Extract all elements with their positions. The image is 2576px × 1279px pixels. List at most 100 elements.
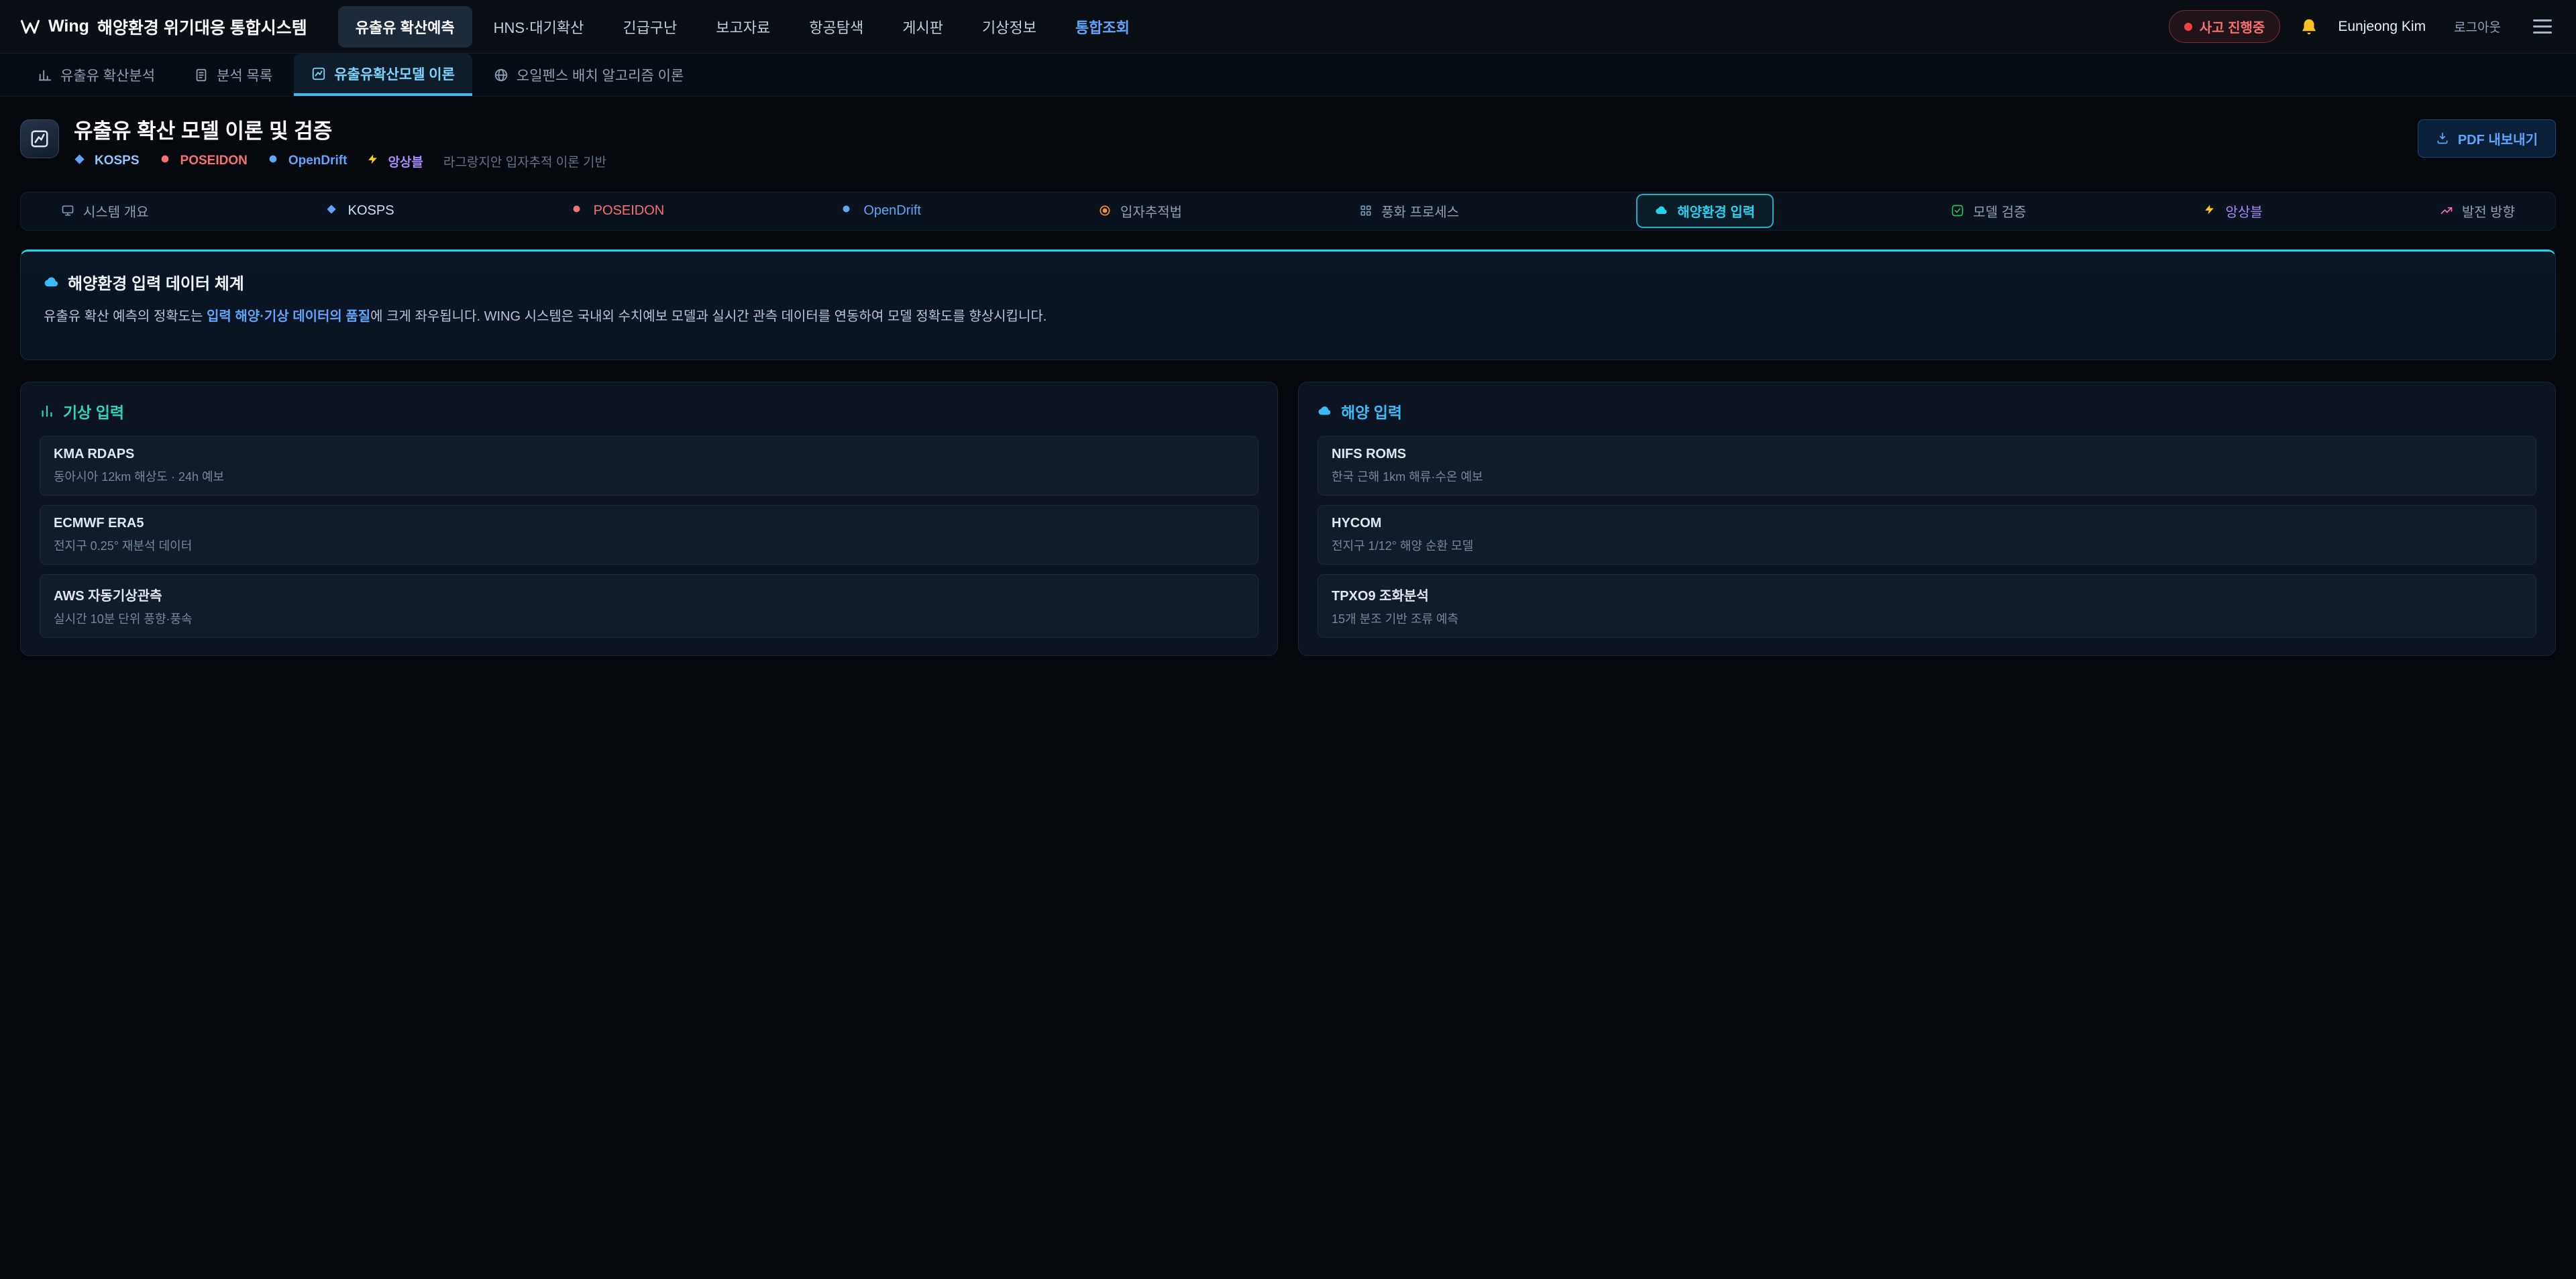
nav-item-integrated-search[interactable]: 통합조회 (1058, 6, 1147, 48)
hamburger-menu-icon[interactable] (2529, 15, 2556, 38)
section-item-system-overview[interactable]: 시스템 개요 (61, 201, 149, 221)
item-name: TPXO9 조화분석 (1332, 585, 2522, 604)
item-name: HYCOM (1332, 516, 2522, 531)
alert-dot-icon (2184, 23, 2192, 31)
nav-item-board[interactable]: 게시판 (885, 6, 961, 48)
dot-icon (268, 154, 282, 168)
user-name[interactable]: Eunjeong Kim (2338, 19, 2426, 35)
intro-card-body: 유출유 확산 예측의 정확도는 입력 해양·기상 데이터의 품질에 크게 좌우됩… (44, 307, 2532, 327)
tab-oil-fence-algorithm-theory[interactable]: 오일펜스 배치 알고리즘 이론 (476, 54, 701, 96)
nav-item-emergency-rescue[interactable]: 긴급구난 (605, 6, 694, 48)
cloud-icon (1655, 204, 1670, 219)
section-item-weathering-process[interactable]: 풍화 프로세스 (1359, 201, 1459, 221)
target-icon (1098, 204, 1113, 219)
weather-card-title: 기상 입력 (63, 400, 124, 423)
badge-poseidon: POSEIDON (160, 154, 248, 168)
tab-label: 유출유 확산분석 (60, 65, 155, 85)
section-item-ensemble[interactable]: 앙상블 (2204, 201, 2263, 221)
item-desc: 전지구 0.25° 재분석 데이터 (54, 537, 1244, 554)
section-item-kosps[interactable]: KOSPS (326, 203, 394, 219)
list-item: HYCOM 전지구 1/12° 해양 순환 모델 (1318, 505, 2536, 565)
list-item: AWS 자동기상관측 실시간 10분 단위 풍향·풍속 (40, 574, 1258, 638)
weather-input-card: 기상 입력 KMA RDAPS 동아시아 12km 해상도 · 24h 예보 E… (20, 382, 1278, 656)
dot-icon (160, 154, 174, 168)
item-desc: 한국 근해 1km 해류·수온 예보 (1332, 467, 2522, 485)
main-nav: 유출유 확산예측 HNS·대기확산 긴급구난 보고자료 항공탐색 게시판 기상정… (338, 6, 1147, 48)
nav-item-aerial-search[interactable]: 항공탐색 (792, 6, 881, 48)
nav-item-weather-info[interactable]: 기상정보 (965, 6, 1054, 48)
intro-card: 해양환경 입력 데이터 체계 유출유 확산 예측의 정확도는 입력 해양·기상 … (20, 249, 2556, 360)
chart-icon (38, 68, 52, 82)
page-icon (20, 119, 59, 158)
list-item: KMA RDAPS 동아시아 12km 해상도 · 24h 예보 (40, 436, 1258, 496)
list-item: ECMWF ERA5 전지구 0.25° 재분석 데이터 (40, 505, 1258, 565)
cloud-icon (44, 274, 58, 289)
section-nav: 시스템 개요 KOSPS POSEIDON OpenDrift 입자추적법 풍화… (20, 192, 2556, 231)
diamond-icon (74, 154, 89, 168)
badge-kosps: KOSPS (74, 154, 140, 168)
page-title: 유출유 확산 모델 이론 및 검증 (74, 119, 606, 144)
pdf-export-label: PDF 내보내기 (2458, 129, 2538, 148)
tabbar: 유출유 확산분석 분석 목록 유출유확산모델 이론 오일펜스 배치 알고리즘 이… (0, 54, 2576, 97)
download-icon (2436, 131, 2451, 146)
bolt-icon (367, 154, 382, 168)
bar-chart-icon (40, 404, 54, 419)
tab-diffusion-model-theory[interactable]: 유출유확산모델 이론 (294, 54, 472, 96)
brand-logo-text: Wing (48, 17, 89, 36)
page-header: 유출유 확산 모델 이론 및 검증 KOSPS POSEIDON OpenDri… (0, 97, 2576, 176)
incident-badge-label: 사고 진행중 (2200, 17, 2265, 36)
badge-opendrift: OpenDrift (268, 154, 347, 168)
item-name: KMA RDAPS (54, 447, 1244, 462)
weather-card-title-row: 기상 입력 (40, 400, 1258, 423)
list-item: NIFS ROMS 한국 근해 1km 해류·수온 예보 (1318, 436, 2536, 496)
topbar-right: 사고 진행중 Eunjeong Kim 로그아웃 (2169, 10, 2556, 43)
incident-status-badge[interactable]: 사고 진행중 (2169, 10, 2281, 43)
grid-icon (1359, 204, 1374, 219)
ocean-card-title: 해양 입력 (1341, 400, 1402, 423)
logout-button[interactable]: 로그아웃 (2445, 12, 2510, 41)
section-item-model-validation[interactable]: 모델 검증 (1951, 201, 2026, 221)
document-list-icon (194, 68, 209, 82)
badge-row: KOSPS POSEIDON OpenDrift 앙상블 라그랑지안 (74, 152, 606, 170)
page-subtitle: 라그랑지안 입자추적 이론 기반 (443, 152, 606, 170)
intro-highlight: 입력 해양·기상 데이터의 품질 (207, 309, 370, 324)
intro-card-title: 해양환경 입력 데이터 체계 (68, 270, 244, 294)
tab-label: 분석 목록 (217, 65, 272, 85)
section-item-opendrift[interactable]: OpenDrift (841, 203, 921, 219)
wing-logo-icon (20, 17, 40, 37)
tab-analysis-list[interactable]: 분석 목록 (176, 54, 290, 96)
nav-item-reports[interactable]: 보고자료 (698, 6, 788, 48)
diamond-icon (326, 204, 341, 219)
input-data-cards: 기상 입력 KMA RDAPS 동아시아 12km 해상도 · 24h 예보 E… (20, 382, 2556, 656)
topbar: Wing 해양환경 위기대응 통합시스템 유출유 확산예측 HNS·대기확산 긴… (0, 0, 2576, 54)
trend-arrow-icon (2440, 204, 2455, 219)
cloud-icon (1318, 404, 1332, 419)
dot-icon (572, 204, 586, 219)
monitor-icon (61, 204, 76, 219)
item-desc: 실시간 10분 단위 풍향·풍속 (54, 610, 1244, 627)
item-name: NIFS ROMS (1332, 447, 2522, 462)
tab-spill-analysis[interactable]: 유출유 확산분석 (20, 54, 172, 96)
nav-item-hns-air-dispersion[interactable]: HNS·대기확산 (476, 6, 602, 48)
ocean-card-title-row: 해양 입력 (1318, 400, 2536, 423)
section-item-future-direction[interactable]: 발전 방향 (2440, 201, 2515, 221)
pdf-export-button[interactable]: PDF 내보내기 (2418, 119, 2556, 158)
system-title: 해양환경 위기대응 통합시스템 (97, 15, 307, 39)
item-desc: 전지구 1/12° 해양 순환 모델 (1332, 537, 2522, 554)
section-item-poseidon[interactable]: POSEIDON (572, 203, 665, 219)
item-desc: 동아시아 12km 해상도 · 24h 예보 (54, 467, 1244, 485)
brand[interactable]: Wing 해양환경 위기대응 통합시스템 (20, 15, 307, 39)
tab-label: 오일펜스 배치 알고리즘 이론 (517, 65, 684, 85)
header-text-block: 유출유 확산 모델 이론 및 검증 KOSPS POSEIDON OpenDri… (74, 119, 606, 170)
section-item-marine-environment-input[interactable]: 해양환경 입력 (1636, 194, 1774, 228)
section-item-particle-tracking[interactable]: 입자추적법 (1098, 201, 1182, 221)
item-name: ECMWF ERA5 (54, 516, 1244, 531)
intro-card-title-row: 해양환경 입력 데이터 체계 (44, 270, 2532, 294)
item-name: AWS 자동기상관측 (54, 585, 1244, 604)
model-theory-icon (311, 66, 326, 81)
globe-icon (494, 68, 508, 82)
bolt-icon (2204, 204, 2218, 219)
bell-icon[interactable] (2299, 17, 2319, 37)
list-item: TPXO9 조화분석 15개 분조 기반 조류 예측 (1318, 574, 2536, 638)
nav-item-oil-spill-prediction[interactable]: 유출유 확산예측 (338, 6, 472, 48)
